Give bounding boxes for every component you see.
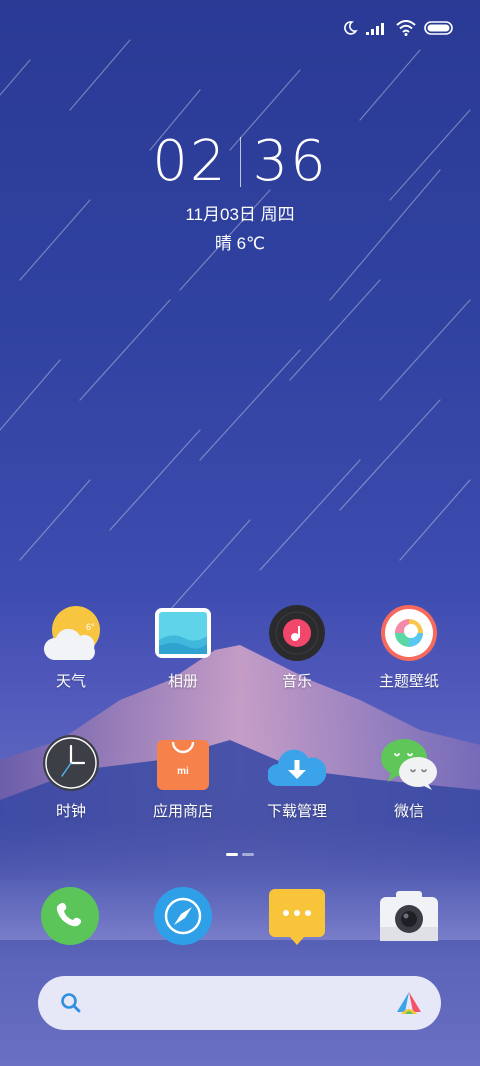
app-gallery[interactable]: 相册 bbox=[128, 604, 238, 691]
battery-icon bbox=[424, 21, 453, 35]
app-download-manager[interactable]: 下载管理 bbox=[242, 734, 352, 821]
app-label: 微信 bbox=[393, 803, 424, 820]
clock-icon bbox=[42, 734, 100, 792]
app-vault-icon[interactable] bbox=[395, 990, 423, 1016]
app-store[interactable]: mi 应用商店 bbox=[128, 734, 238, 821]
search-icon bbox=[61, 993, 81, 1013]
wifi-icon bbox=[396, 20, 416, 36]
page-dot bbox=[242, 853, 254, 856]
time-separator bbox=[239, 137, 241, 187]
weather-icon: 6° bbox=[42, 604, 100, 662]
page-dot-active bbox=[226, 853, 238, 856]
dock-browser[interactable] bbox=[154, 887, 212, 945]
dock-camera[interactable] bbox=[380, 889, 438, 947]
dock bbox=[0, 886, 480, 946]
music-icon bbox=[268, 604, 326, 662]
dock-phone[interactable] bbox=[41, 887, 99, 945]
date-text: 11月03日 周四 bbox=[185, 205, 295, 224]
app-label: 天气 bbox=[55, 673, 86, 690]
app-label: 音乐 bbox=[281, 673, 312, 690]
app-label: 主题壁纸 bbox=[378, 673, 439, 690]
messages-icon bbox=[269, 889, 325, 945]
app-themes[interactable]: 主题壁纸 bbox=[354, 604, 464, 691]
app-label: 下载管理 bbox=[266, 803, 327, 820]
status-icons bbox=[342, 20, 454, 36]
time-minutes: 36 bbox=[252, 129, 328, 194]
app-music[interactable]: 音乐 bbox=[242, 604, 352, 691]
gallery-icon bbox=[154, 604, 212, 662]
app-weather[interactable]: 6° 天气 bbox=[16, 604, 126, 691]
status-bar bbox=[0, 0, 480, 62]
signal-icon bbox=[366, 23, 384, 35]
weather-badge-text: 6° bbox=[86, 622, 95, 632]
dock-messages[interactable] bbox=[268, 889, 326, 947]
app-label: 时钟 bbox=[55, 803, 86, 820]
time-hours: 02 bbox=[152, 129, 228, 194]
download-icon bbox=[267, 734, 327, 792]
app-wechat[interactable]: 微信 bbox=[354, 734, 464, 821]
page-indicator[interactable] bbox=[0, 853, 480, 856]
search-bar[interactable] bbox=[38, 976, 441, 1030]
app-store-icon: mi bbox=[154, 734, 212, 792]
browser-icon bbox=[154, 887, 212, 945]
app-label: 应用商店 bbox=[152, 803, 213, 820]
time-display: 02 36 bbox=[0, 132, 480, 192]
weather-text: 晴 6℃ bbox=[214, 234, 266, 253]
moon-icon bbox=[344, 21, 358, 35]
lockscreen-clock-widget[interactable]: 02 36 11月03日 周四 晴 6℃ bbox=[0, 132, 480, 254]
app-clock[interactable]: 时钟 bbox=[16, 734, 126, 821]
store-badge-text: mi bbox=[177, 766, 189, 777]
camera-icon bbox=[380, 891, 438, 941]
wechat-icon bbox=[380, 734, 438, 792]
app-label: 相册 bbox=[167, 673, 198, 690]
themes-icon bbox=[380, 604, 438, 662]
phone-icon bbox=[41, 887, 99, 945]
